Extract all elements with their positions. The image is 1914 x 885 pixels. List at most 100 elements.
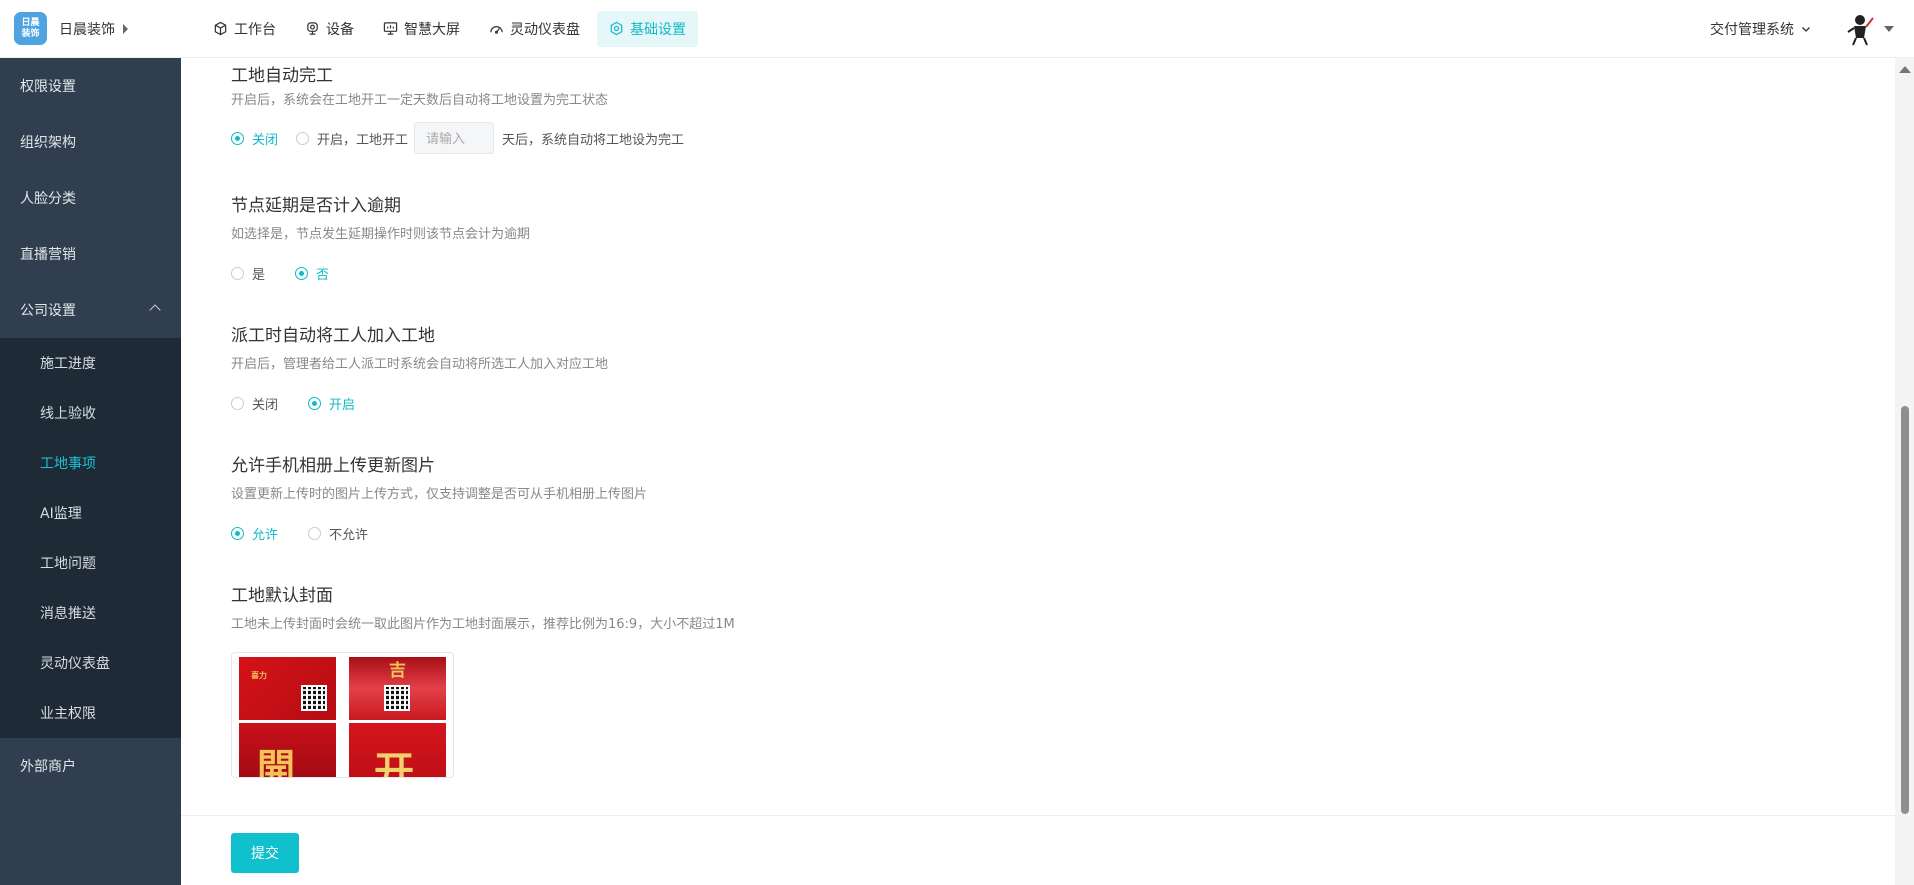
cover-thumbnail: 吉 [349, 657, 446, 720]
radio-dot [308, 397, 322, 410]
album-upload-options: 允许 不允许 [231, 524, 647, 543]
sidebar-subitem-label: 消息推送 [40, 606, 96, 622]
radio-node-delay-no[interactable]: 否 [295, 264, 329, 283]
setting-auto-add-worker: 派工时自动将工人加入工地 开启后，管理者给工人派工时系统会自动将所选工人加入对应… [231, 324, 608, 413]
radio-label: 不允许 [329, 528, 369, 543]
nav-basic-settings[interactable]: 基础设置 [597, 10, 698, 47]
thumb-text: 吉 [389, 661, 406, 681]
main-content: 工地自动完工 开启后，系统会在工地开工一定天数后自动将工地设置为完工状态 关闭 … [181, 58, 1895, 815]
form-footer: 提交 [181, 815, 1895, 885]
setting-title: 节点延期是否计入逾期 [231, 196, 401, 216]
nav-smart-screen-label: 智慧大屏 [404, 21, 460, 38]
radio-auto-complete-off[interactable]: 关闭 [231, 129, 278, 148]
system-switcher[interactable]: 交付管理系统 [1710, 19, 1812, 39]
setting-description: 如选择是，节点发生延期操作时则该节点会计为逾期 [231, 227, 531, 242]
sidebar-subitem-site-matters[interactable]: 工地事项 [0, 438, 181, 488]
logo-text-bottom: 装饰 [21, 28, 40, 39]
system-label: 交付管理系统 [1710, 22, 1794, 38]
sidebar-subitem-online-acceptance[interactable]: 线上验收 [0, 388, 181, 438]
header-right: 交付管理系统 [1710, 0, 1914, 58]
scrollbar-thumb[interactable] [1901, 406, 1909, 814]
radio-node-delay-yes[interactable]: 是 [231, 264, 265, 283]
sidebar-item-label: 公司设置 [20, 303, 76, 319]
auto-complete-suffix: 天后，系统自动将工地设为完工 [502, 132, 685, 148]
radio-auto-add-worker-on[interactable]: 开启 [308, 394, 355, 413]
setting-default-cover: 工地默认封面 工地未上传封面时会统一取此图片作为工地封面展示，推荐比例为16:9… [231, 584, 735, 778]
sidebar-subitem-label: 业主权限 [40, 706, 96, 722]
sidebar-item-label: 组织架构 [20, 135, 76, 151]
caret-down-icon[interactable] [1884, 26, 1894, 32]
auto-complete-days-input[interactable] [414, 122, 495, 154]
sidebar-subitem-label: 线上验收 [40, 406, 96, 422]
radio-album-deny[interactable]: 不允许 [308, 524, 368, 543]
setting-album-upload: 允许手机相册上传更新图片 设置更新上传时的图片上传方式，仅支持调整是否可从手机相… [231, 454, 647, 543]
logo-text-top: 日晨 [21, 17, 40, 28]
qr-code-image [301, 685, 327, 711]
sidebar-item-permissions[interactable]: 权限设置 [0, 58, 181, 114]
radio-label: 开启 [329, 398, 356, 413]
setting-description: 开启后，系统会在工地开工一定天数后自动将工地设置为完工状态 [231, 93, 609, 108]
sidebar-subitem-site-issues[interactable]: 工地问题 [0, 538, 181, 588]
radio-dot [296, 131, 310, 145]
scroll-up-arrow-icon[interactable] [1899, 66, 1911, 73]
company-logo: 日晨 装饰 [14, 12, 47, 45]
sidebar-subitem-label: 灵动仪表盘 [40, 656, 110, 672]
top-bar: 日晨 装饰 日晨装饰 工作台 设备 智慧大屏 灵动仪表盘 基础设置 交付管理系统 [0, 0, 1914, 58]
setting-title: 允许手机相册上传更新图片 [231, 456, 435, 476]
user-avatar-icon [1847, 15, 1874, 46]
setting-title: 派工时自动将工人加入工地 [231, 326, 435, 346]
sidebar-subitem-label: 施工进度 [40, 356, 96, 372]
sidebar-item-label: 外部商户 [20, 759, 76, 775]
radio-label: 否 [316, 268, 330, 283]
radio-auto-add-worker-off[interactable]: 关闭 [231, 394, 278, 413]
sidebar-item-live-marketing[interactable]: 直播营销 [0, 226, 181, 282]
sidebar-item-label: 人脸分类 [20, 191, 76, 207]
sidebar-item-external-merchants[interactable]: 外部商户 [0, 738, 181, 794]
nav-workbench[interactable]: 工作台 [201, 11, 288, 47]
nav-devices-label: 设备 [326, 21, 354, 38]
sidebar-item-face-category[interactable]: 人脸分类 [0, 170, 181, 226]
sidebar-subitem-label: 工地事项 [40, 456, 96, 472]
sidebar-item-organization[interactable]: 组织架构 [0, 114, 181, 170]
sidebar-subitem-ai-supervision[interactable]: AI监理 [0, 488, 181, 538]
thumb-text: 开 [374, 748, 414, 778]
nav-dashboard[interactable]: 灵动仪表盘 [477, 11, 592, 47]
radio-label: 关闭 [252, 132, 279, 148]
sidebar-item-company-settings[interactable]: 公司设置 [0, 282, 181, 338]
nav-dashboard-label: 灵动仪表盘 [510, 21, 580, 38]
nav-workbench-label: 工作台 [234, 21, 276, 38]
setting-description: 设置更新上传时的图片上传方式，仅支持调整是否可从手机相册上传图片 [231, 487, 648, 502]
radio-dot [231, 397, 244, 410]
nav-smart-screen[interactable]: 智慧大屏 [371, 11, 472, 47]
sidebar-subitem-construction-progress[interactable]: 施工进度 [0, 338, 181, 388]
nav-devices[interactable]: 设备 [293, 11, 366, 47]
cover-thumbnail: 開 [239, 723, 336, 777]
cover-image-upload[interactable]: 喜力 吉 開 开 [231, 652, 454, 778]
radio-dot [231, 527, 244, 540]
nav-basic-settings-label: 基础设置 [630, 21, 686, 38]
radio-auto-complete-on[interactable]: 开启，工地开工 [296, 129, 408, 148]
sidebar-subitem-dashboard[interactable]: 灵动仪表盘 [0, 638, 181, 688]
avatar[interactable] [1842, 11, 1878, 47]
auto-add-worker-options: 关闭 开启 [231, 394, 608, 413]
cover-thumbnail: 喜力 [239, 657, 336, 720]
monitor-icon [383, 22, 398, 35]
setting-title: 工地默认封面 [231, 586, 333, 606]
vertical-scrollbar[interactable] [1895, 58, 1914, 885]
sidebar-item-label: 权限设置 [20, 79, 76, 95]
radio-dot [308, 527, 322, 540]
radio-album-allow[interactable]: 允许 [231, 524, 278, 543]
qr-code-image [384, 685, 410, 711]
sidebar-subitem-message-push[interactable]: 消息推送 [0, 588, 181, 638]
sidebar-subitem-owner-permissions[interactable]: 业主权限 [0, 688, 181, 738]
radio-label: 允许 [252, 528, 279, 543]
submit-button[interactable]: 提交 [231, 833, 299, 873]
auto-complete-options: 关闭 开启，工地开工 天后，系统自动将工地设为完工 [231, 122, 684, 154]
setting-node-delay: 节点延期是否计入逾期 如选择是，节点发生延期操作时则该节点会计为逾期 是 否 [231, 194, 530, 283]
node-delay-options: 是 否 [231, 264, 530, 283]
company-name: 日晨装饰 [59, 21, 115, 38]
brand-switcher[interactable]: 日晨 装饰 日晨装饰 [0, 0, 181, 58]
caret-right-icon [123, 23, 128, 34]
radio-dot [231, 267, 244, 280]
settings-icon [610, 21, 623, 36]
